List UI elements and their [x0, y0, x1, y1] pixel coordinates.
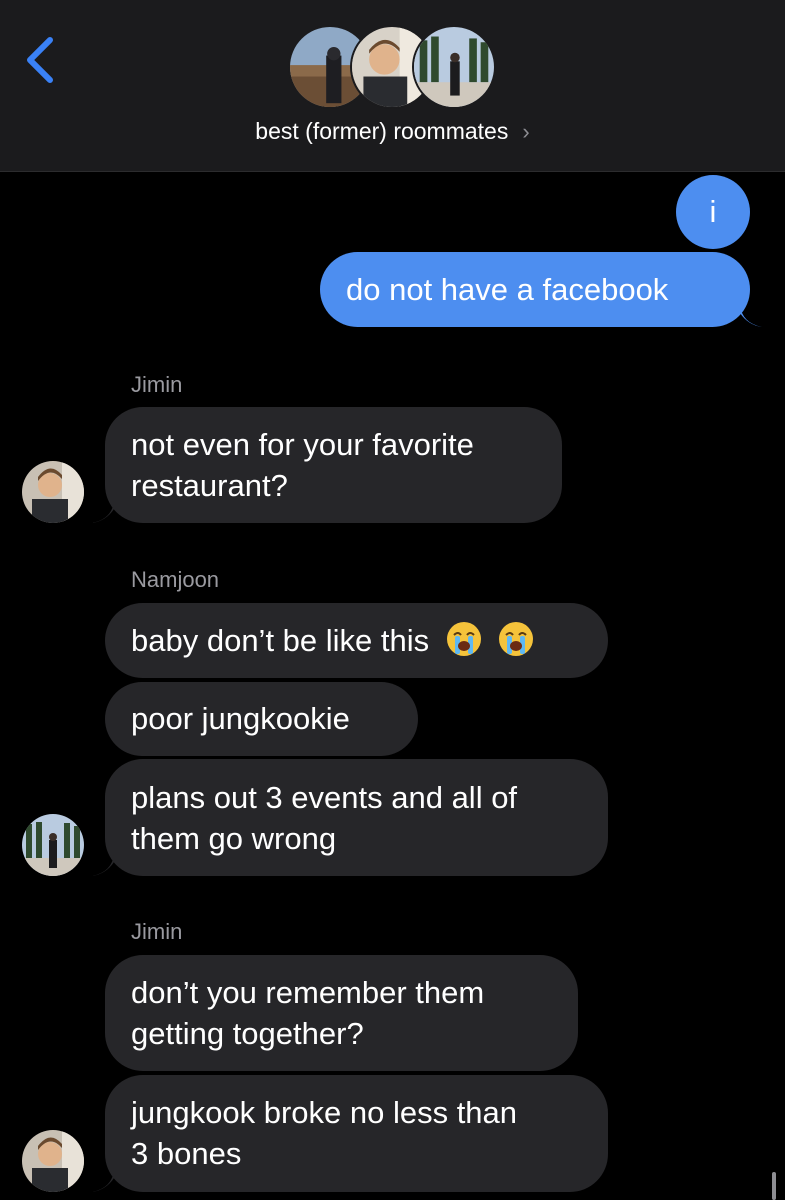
message-text: baby don’t be like this: [131, 623, 430, 658]
chevron-left-icon: [27, 37, 53, 83]
scroll-indicator[interactable]: [772, 1172, 776, 1200]
message-bubble-incoming[interactable]: poor jungkookie: [105, 682, 418, 756]
chevron-right-icon: ›: [522, 119, 530, 144]
message-line: getting together?: [131, 1016, 364, 1051]
bubble-tail: [740, 305, 762, 327]
message-bubble-outgoing[interactable]: do not have a facebook: [320, 252, 750, 327]
loudly-crying-face-icon: [499, 622, 534, 656]
group-avatar-3: [412, 25, 496, 109]
sender-name: Namjoon: [131, 567, 220, 592]
message-bubble-incoming[interactable]: don’t you remember them getting together…: [105, 955, 578, 1071]
message-bubble-outgoing[interactable]: i: [676, 175, 750, 249]
message-line: 3 bones: [131, 1136, 242, 1171]
message-line: plans out 3 events and all of: [131, 780, 518, 815]
group-title[interactable]: best (former) roommates ›: [0, 118, 785, 145]
avatar-namjoon[interactable]: [22, 814, 84, 876]
message-text: poor jungkookie: [131, 701, 350, 736]
message-text: i: [709, 194, 717, 229]
message-bubble-incoming[interactable]: not even for your favorite restaurant?: [105, 407, 562, 523]
message-bubble-incoming[interactable]: plans out 3 events and all of them go wr…: [105, 759, 608, 876]
message-line: them go wrong: [131, 821, 337, 856]
bubble-tail: [92, 854, 114, 876]
avatar-jimin[interactable]: [22, 461, 84, 523]
back-button[interactable]: [22, 34, 62, 86]
message-line: jungkook broke no less than: [131, 1095, 518, 1130]
sender-name: Jimin: [131, 919, 183, 944]
avatar-jimin[interactable]: [22, 1130, 84, 1192]
group-avatars[interactable]: [288, 25, 498, 111]
message-line: don’t you remember them: [131, 975, 485, 1010]
conversation-header: best (former) roommates ›: [0, 0, 785, 172]
group-title-text: best (former) roommates: [255, 118, 509, 144]
message-bubble-incoming[interactable]: jungkook broke no less than 3 bones: [105, 1075, 608, 1192]
message-line: not even for your favorite: [131, 427, 474, 462]
bubble-tail: [92, 1170, 114, 1192]
message-bubble-incoming[interactable]: baby don’t be like this: [105, 603, 608, 678]
message-line: restaurant?: [131, 468, 288, 503]
message-text: do not have a facebook: [346, 272, 669, 307]
bubble-tail: [92, 501, 114, 523]
sender-name: Jimin: [131, 372, 183, 397]
loudly-crying-face-icon: [446, 622, 481, 656]
